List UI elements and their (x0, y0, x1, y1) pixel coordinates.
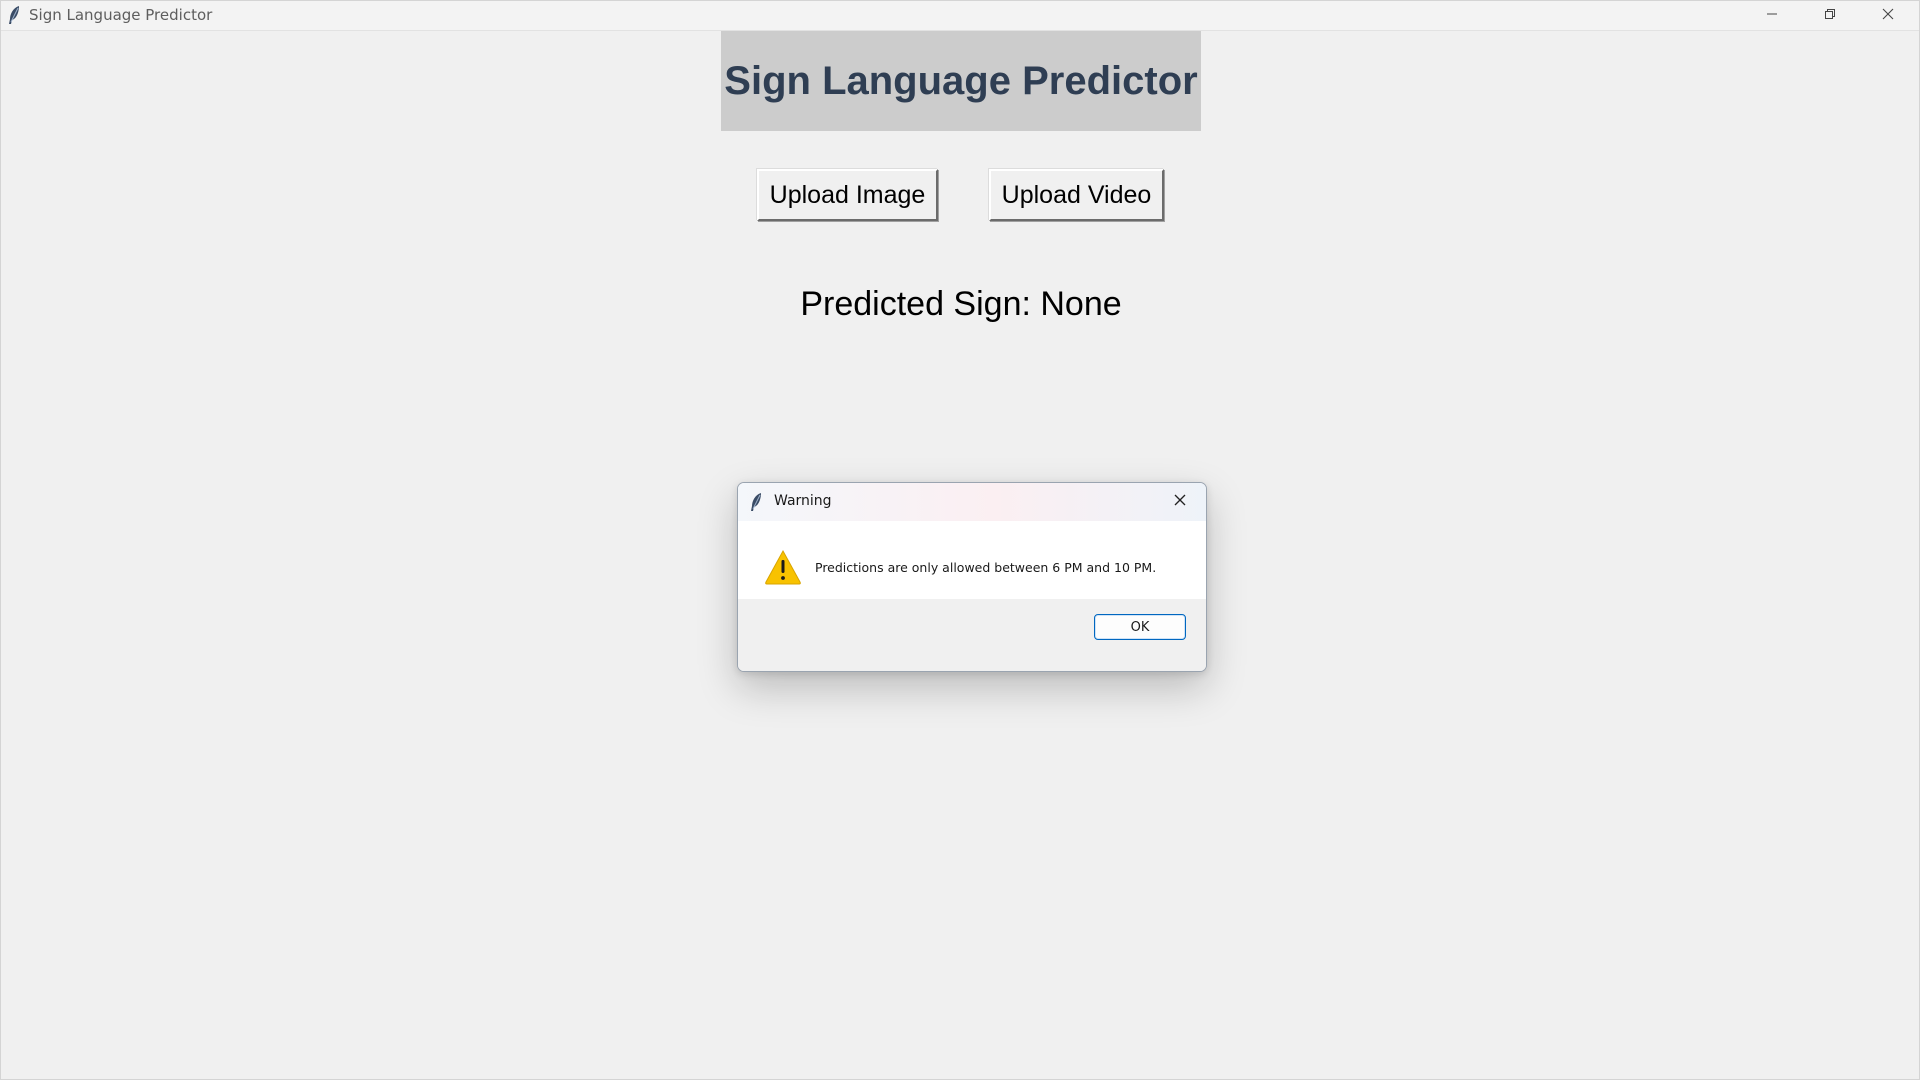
upload-video-button[interactable]: Upload Video (989, 169, 1164, 221)
page-title: Sign Language Predictor (724, 58, 1198, 103)
ok-button[interactable]: OK (1094, 614, 1186, 640)
restore-button[interactable] (1801, 1, 1859, 30)
warning-icon (764, 549, 802, 585)
prediction-label: Predicted Sign: None (800, 285, 1122, 323)
dialog-close-button[interactable] (1168, 490, 1192, 514)
title-bar[interactable]: Sign Language Predictor (1, 1, 1919, 31)
main-window: Sign Language Predictor Sign Language Pr… (0, 0, 1920, 1080)
close-icon (1882, 7, 1894, 25)
minimize-button[interactable] (1743, 1, 1801, 30)
restore-icon (1824, 7, 1836, 25)
window-title: Sign Language Predictor (29, 6, 213, 24)
feather-icon (750, 492, 762, 512)
dialog-message: Predictions are only allowed between 6 P… (815, 560, 1157, 575)
dialog-body: Predictions are only allowed between 6 P… (738, 521, 1206, 599)
close-button[interactable] (1859, 1, 1917, 30)
minimize-icon (1766, 7, 1778, 25)
warning-dialog: Warning Predictions are only allowed bet… (737, 482, 1207, 672)
feather-icon (7, 5, 21, 25)
dialog-footer: OK (738, 599, 1206, 671)
dialog-title: Warning (774, 493, 832, 509)
close-icon (1173, 493, 1187, 512)
header-banner: Sign Language Predictor (721, 31, 1201, 131)
dialog-title-bar[interactable]: Warning (738, 483, 1206, 521)
upload-image-button[interactable]: Upload Image (757, 169, 938, 221)
